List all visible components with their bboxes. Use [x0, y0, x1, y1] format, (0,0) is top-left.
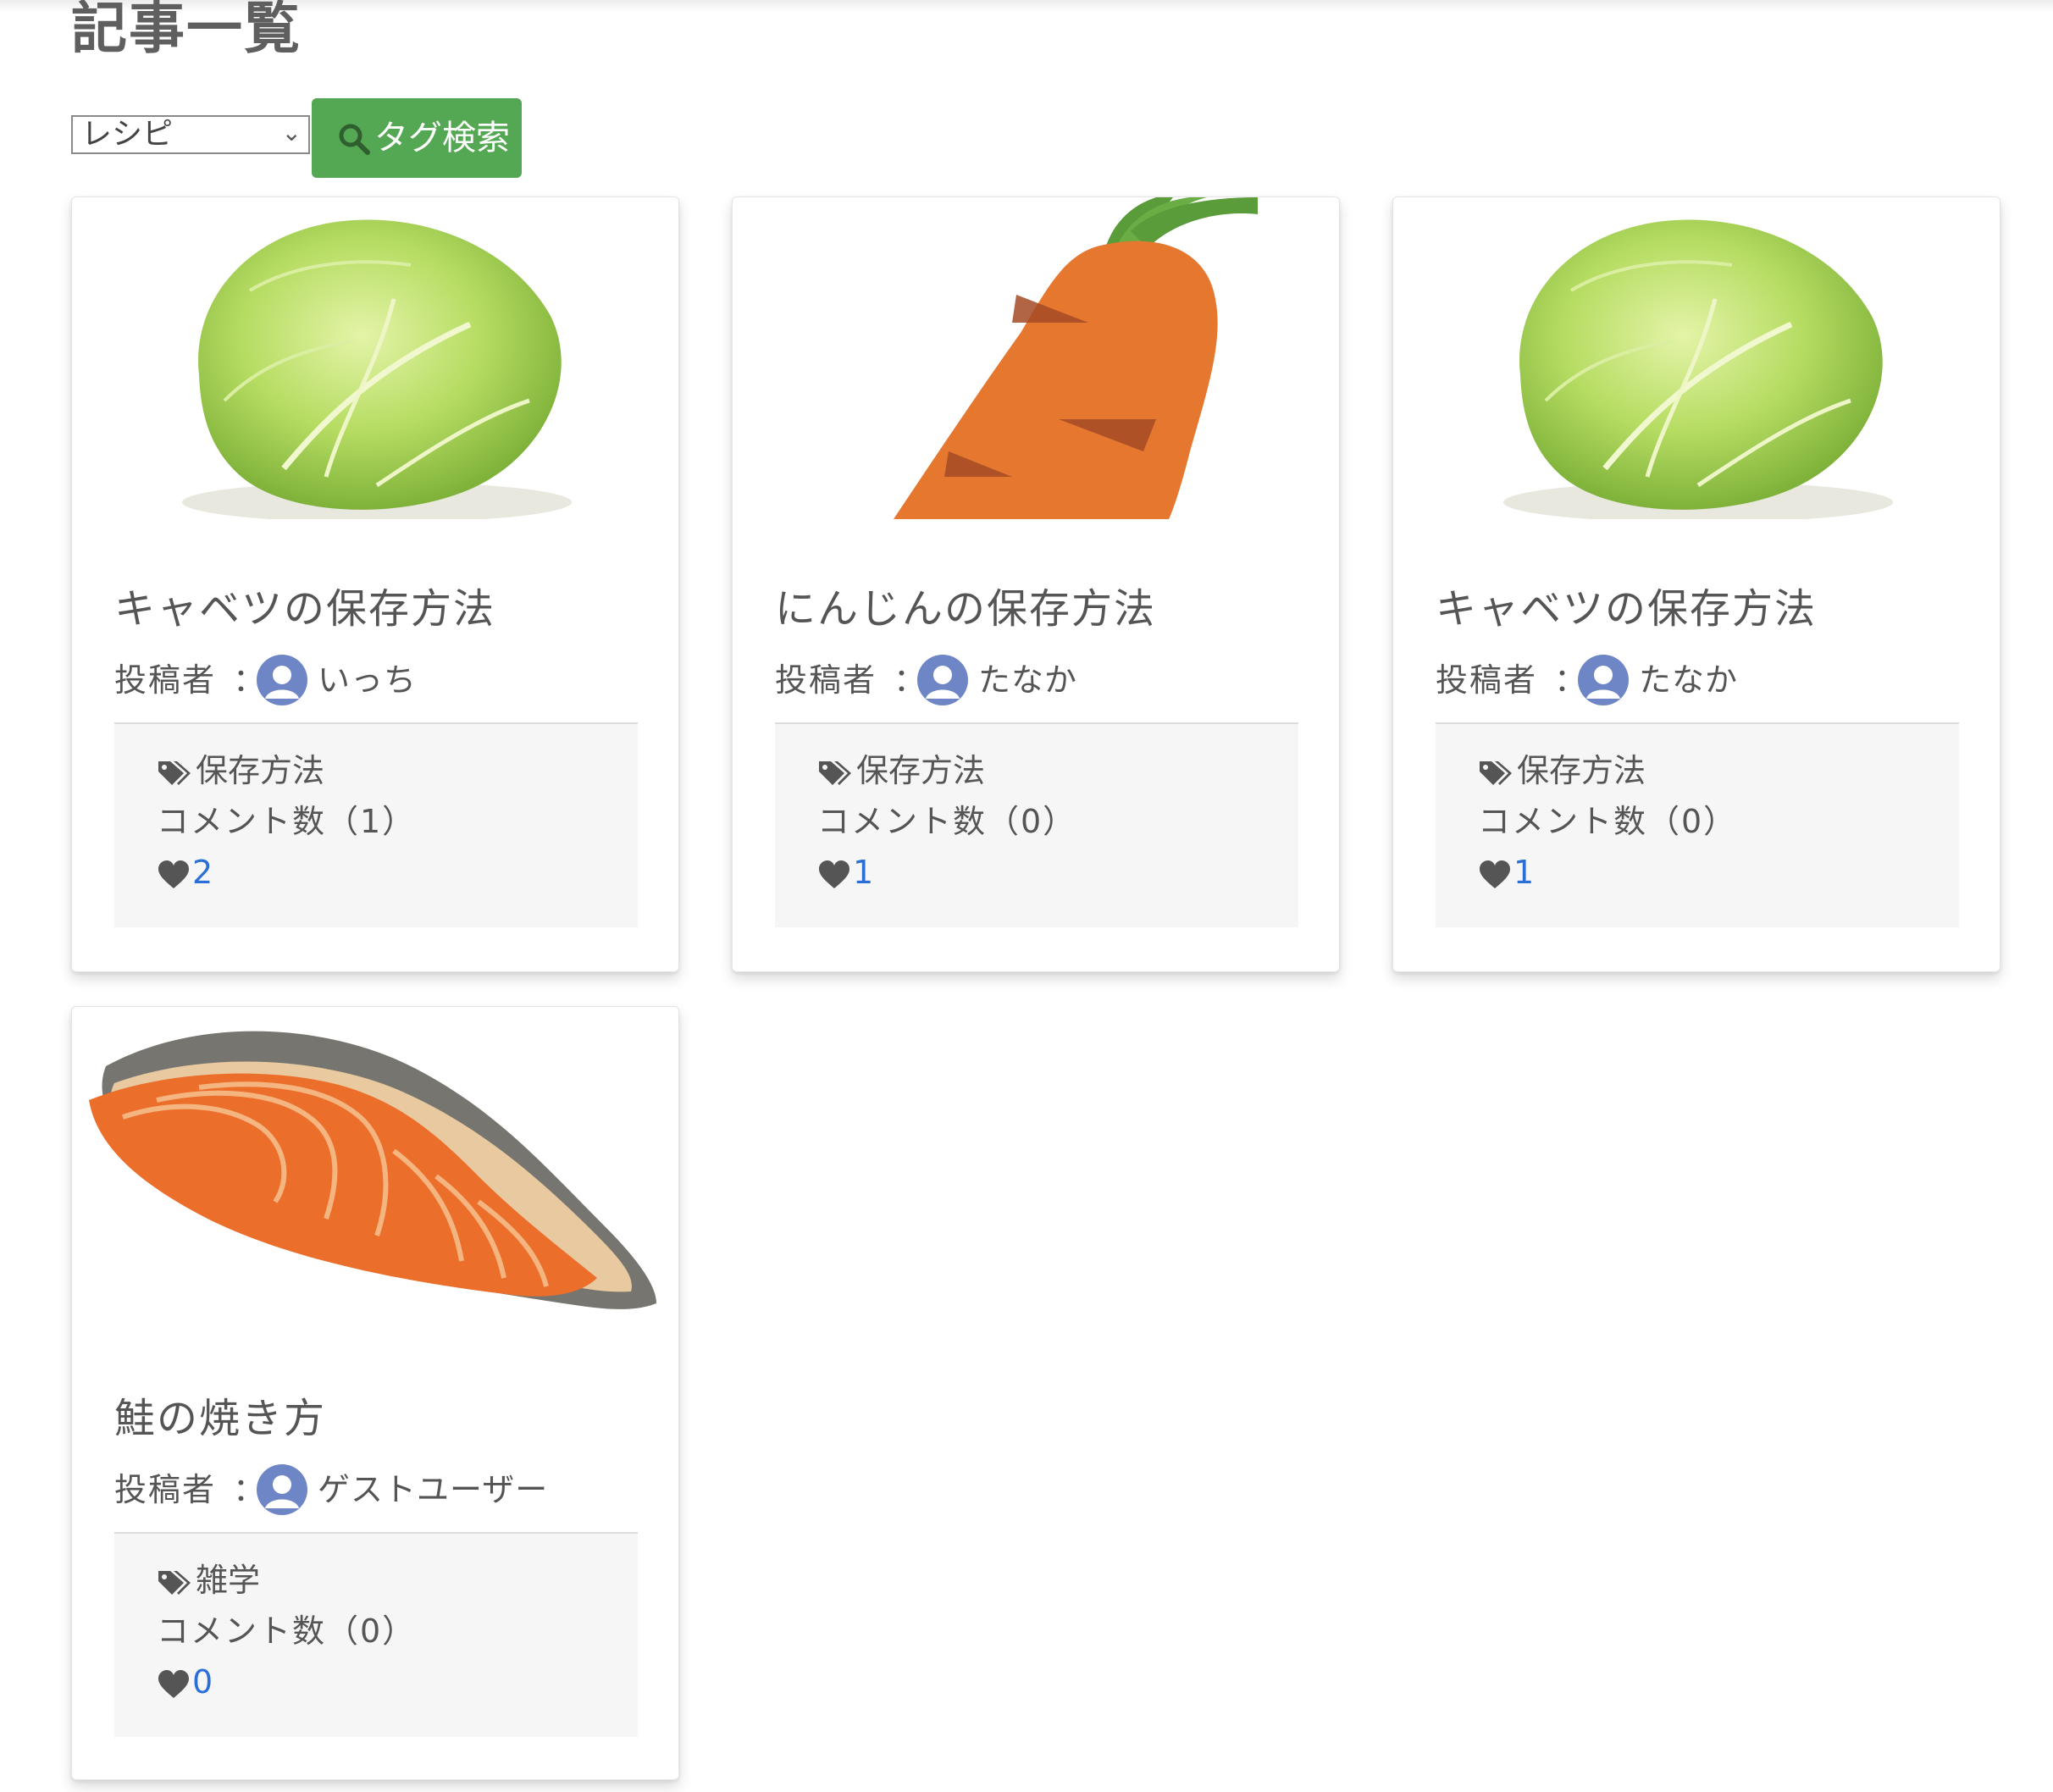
article-card[interactable]: にんじんの保存方法 投稿者 ： たなか 保存方法 コメント数（0） 1 — [732, 196, 1340, 972]
tags-icon — [158, 760, 191, 785]
search-icon — [339, 124, 370, 155]
article-card[interactable]: 鮭の焼き方 投稿者 ： ゲストユーザー 雑学 コメント数（0） 0 — [71, 1006, 679, 1780]
heart-icon[interactable] — [157, 1669, 191, 1700]
article-meta: 保存方法 コメント数（1） 2 — [114, 724, 638, 927]
tag-row[interactable]: 保存方法 — [817, 748, 985, 794]
article-title[interactable]: キャベツの保存方法 — [114, 575, 495, 634]
avatar[interactable] — [257, 655, 307, 705]
comment-count: コメント数（0） — [1478, 803, 1738, 840]
likes-count: 1 — [1513, 854, 1535, 891]
avatar[interactable] — [257, 1464, 307, 1515]
author-label: 投稿者 — [114, 661, 217, 699]
article-meta: 雑学 コメント数（0） 0 — [114, 1534, 638, 1737]
likes-row[interactable]: 2 — [157, 849, 213, 895]
author-name[interactable]: ゲストユーザー — [318, 1464, 548, 1515]
likes-count: 1 — [853, 854, 874, 891]
author-name[interactable]: たなか — [1639, 655, 1738, 705]
likes-row[interactable]: 1 — [1478, 849, 1534, 895]
author-name[interactable]: たなか — [978, 655, 1077, 705]
likes-count: 2 — [192, 854, 213, 891]
heart-icon[interactable] — [157, 860, 191, 890]
cabbage-illustration — [1393, 197, 2000, 519]
heart-icon[interactable] — [1478, 860, 1512, 890]
cabbage-illustration — [72, 197, 678, 519]
article-title[interactable]: 鮭の焼き方 — [114, 1385, 326, 1444]
likes-row[interactable]: 0 — [157, 1659, 213, 1705]
author-row: 投稿者 ： たなか — [775, 655, 1298, 705]
tag-name[interactable]: 雑学 — [196, 1562, 260, 1599]
article-image-salmon[interactable] — [72, 1007, 678, 1329]
article-title[interactable]: にんじんの保存方法 — [775, 575, 1156, 634]
author-row: 投稿者 ： たなか — [1436, 655, 1959, 705]
author-label: 投稿者 — [114, 1471, 217, 1508]
tag-name[interactable]: 保存方法 — [1517, 752, 1646, 789]
author-name[interactable]: いっち — [318, 655, 417, 705]
comment-count: コメント数（0） — [817, 803, 1077, 840]
chevron-down-icon: ⌄ — [281, 119, 302, 147]
article-image-cabbage[interactable] — [72, 197, 678, 519]
top-shadow — [0, 0, 2053, 12]
likes-count: 0 — [192, 1663, 213, 1701]
tags-icon — [1480, 760, 1512, 785]
author-label: 投稿者 — [775, 661, 877, 699]
tag-search-button-label: タグ検索 — [374, 119, 510, 158]
carrot-illustration — [733, 197, 1339, 519]
article-title[interactable]: キャベツの保存方法 — [1436, 575, 1817, 634]
tag-search-button[interactable]: タグ検索 — [312, 98, 522, 178]
tags-icon — [158, 1570, 191, 1595]
article-meta: 保存方法 コメント数（0） 1 — [1436, 724, 1959, 927]
tag-row[interactable]: 保存方法 — [1478, 748, 1646, 794]
tag-select[interactable]: レシピ ⌄ — [71, 115, 310, 154]
author-row: 投稿者 ： いっち — [114, 655, 638, 705]
avatar[interactable] — [917, 655, 968, 705]
comment-count: コメント数（1） — [157, 803, 417, 840]
article-image-carrot[interactable] — [733, 197, 1339, 519]
heart-icon[interactable] — [817, 860, 851, 890]
article-card[interactable]: キャベツの保存方法 投稿者 ： たなか 保存方法 コメント数（0） 1 — [1392, 196, 2000, 972]
author-row: 投稿者 ： ゲストユーザー — [114, 1464, 638, 1515]
likes-row[interactable]: 1 — [817, 849, 873, 895]
salmon-illustration — [72, 1007, 678, 1329]
tag-select-value: レシピ — [81, 117, 174, 152]
page-title: 記事一覧 — [71, 0, 302, 61]
tag-row[interactable]: 保存方法 — [157, 748, 324, 794]
comment-count: コメント数（0） — [157, 1612, 417, 1650]
article-image-cabbage[interactable] — [1393, 197, 2000, 519]
article-card[interactable]: キャベツの保存方法 投稿者 ： いっち 保存方法 コメント数（1） 2 — [71, 196, 679, 972]
tag-name[interactable]: 保存方法 — [856, 752, 985, 789]
tag-name[interactable]: 保存方法 — [196, 752, 324, 789]
tags-icon — [819, 760, 851, 785]
avatar[interactable] — [1578, 655, 1629, 705]
author-label: 投稿者 — [1436, 661, 1538, 699]
article-meta: 保存方法 コメント数（0） 1 — [775, 724, 1298, 927]
tag-row[interactable]: 雑学 — [157, 1557, 260, 1603]
